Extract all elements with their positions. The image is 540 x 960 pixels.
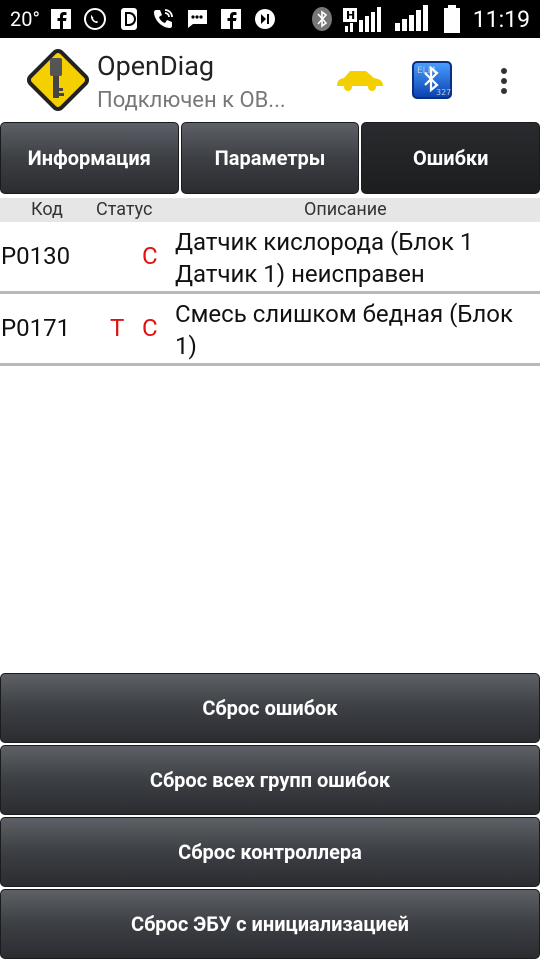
header-status: Статус [96, 199, 153, 220]
bluetooth-connection-icon[interactable]: ELM 327 [412, 61, 452, 99]
reset-ecu-init-button[interactable]: Сброс ЭБУ с инициализацией [0, 889, 540, 959]
tab-bar: Информация Параметры Ошибки [0, 122, 540, 194]
status-c: C [142, 314, 158, 342]
app-logo-icon [22, 44, 94, 116]
tab-parameters[interactable]: Параметры [180, 122, 360, 194]
tab-info[interactable]: Информация [0, 122, 179, 194]
error-description: Смесь слишком бедная (Блок 1) [175, 300, 513, 360]
table-row[interactable]: P0171 T C Смесь слишком бедная (Блок 1) [0, 294, 540, 366]
status-c: C [142, 242, 158, 270]
reset-controller-button[interactable]: Сброс контроллера [0, 817, 540, 887]
viber-icon [82, 6, 108, 32]
bluetooth-icon [309, 6, 335, 32]
temperature: 20° [10, 7, 40, 31]
status-bar: 20° H 11:19 [0, 0, 540, 38]
battery-icon [443, 5, 461, 33]
d-app-icon [116, 6, 142, 32]
signal-icon [394, 5, 435, 32]
facebook-icon [48, 6, 74, 32]
tab-errors[interactable]: Ошибки [361, 122, 540, 194]
reset-errors-button[interactable]: Сброс ошибок [0, 673, 540, 743]
status-t: T [110, 314, 125, 342]
svg-text:H: H [346, 9, 355, 22]
action-bar: OpenDiag Подключен к OB... ELM 327 [0, 38, 540, 122]
app-title: OpenDiag [97, 50, 215, 82]
connection-status: Подключен к OB... [97, 88, 286, 113]
error-description: Датчик кислорода (Блок 1 Датчик 1) неисп… [175, 228, 474, 288]
table-row[interactable]: P0130 C Датчик кислорода (Блок 1 Датчик … [0, 222, 540, 294]
header-description: Описание [304, 199, 387, 220]
error-code: P0171 [1, 314, 71, 342]
header-code: Код [31, 199, 63, 220]
media-icon [252, 6, 278, 32]
signal-h-icon: H [342, 6, 387, 32]
facebook-icon [218, 6, 244, 32]
error-code: P0130 [1, 242, 71, 270]
sms-icon [184, 6, 210, 32]
car-icon[interactable] [335, 66, 385, 92]
reset-all-error-groups-button[interactable]: Сброс всех групп ошибок [0, 745, 540, 815]
overflow-menu-icon[interactable] [494, 66, 514, 96]
call-icon [150, 6, 176, 32]
table-header: Код Статус Описание [0, 198, 540, 222]
clock: 11:19 [472, 5, 530, 33]
svg-text:327: 327 [436, 88, 451, 97]
